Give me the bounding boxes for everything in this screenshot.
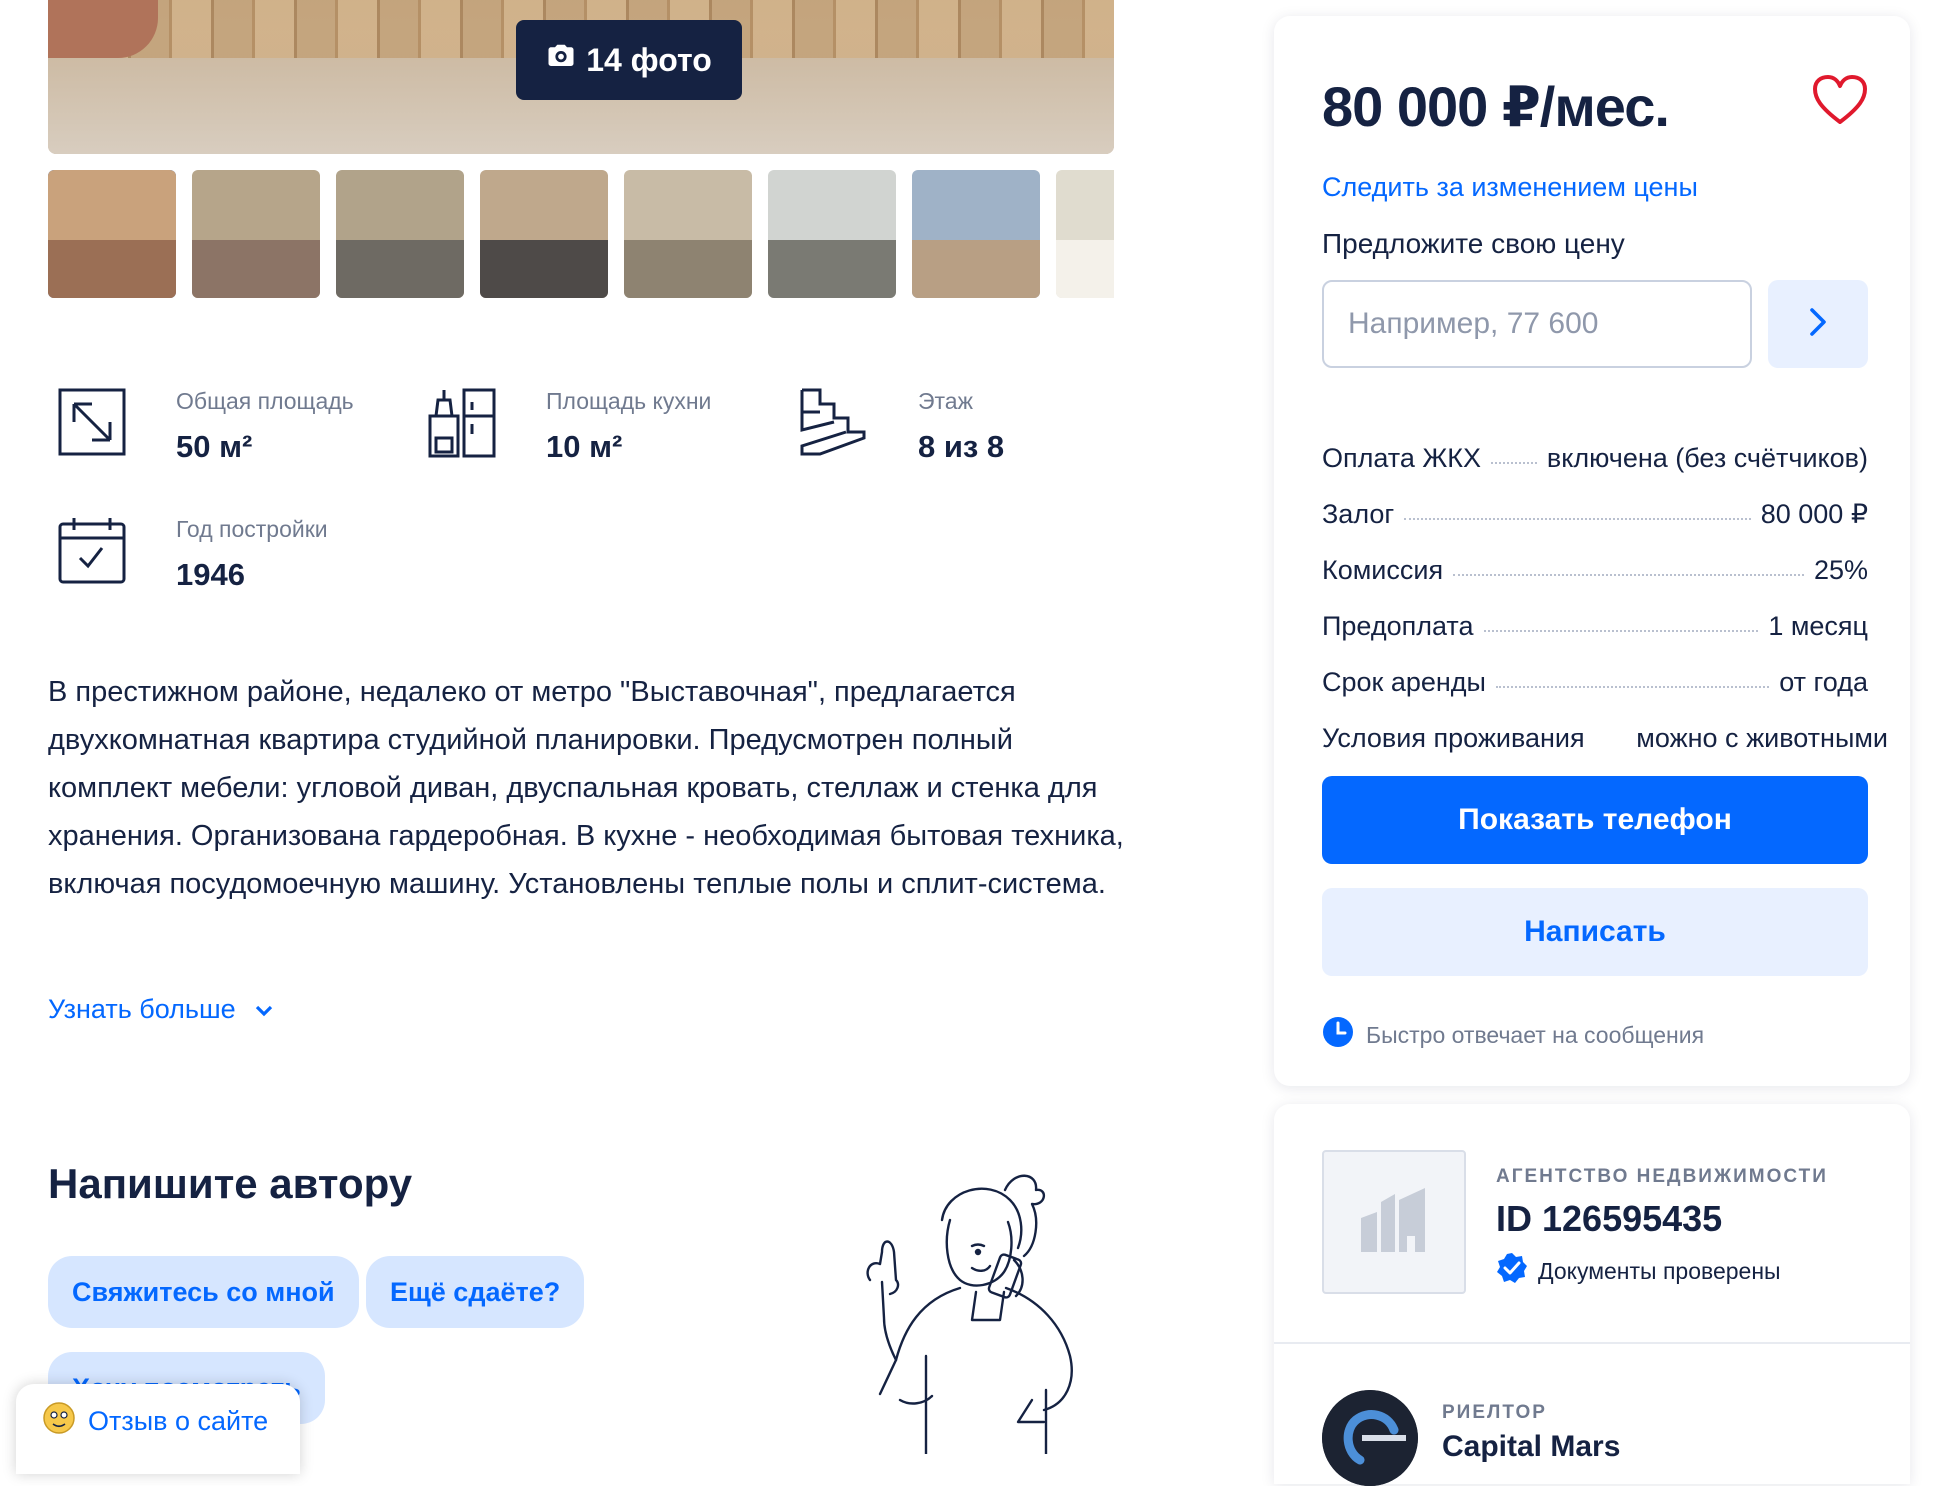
feature-value: 8 из 8 (918, 429, 1005, 464)
term-row-utilities: Оплата ЖКХ включена (без счётчиков) (1322, 434, 1868, 474)
term-row-living-conditions: Условия проживания можно с животными (1322, 714, 1888, 754)
calendar-icon (56, 514, 128, 586)
term-value: 25% (1813, 555, 1868, 585)
verified-badge: Документы проверены (1496, 1252, 1781, 1290)
price-card: 80 000 ₽/мес. Следить за изменением цены… (1274, 16, 1910, 1086)
area-icon (56, 386, 128, 458)
thumbnail-strip (48, 170, 1114, 300)
agency-logo[interactable] (1322, 1150, 1466, 1294)
write-message-button[interactable]: Написать (1322, 888, 1868, 976)
feature-kitchen-area: Площадь кухни 10 м² (426, 386, 711, 465)
thumbnail-image-lower (768, 240, 896, 298)
thumbnail-image-lower (624, 240, 752, 298)
watch-price-link[interactable]: Следить за изменением цены (1322, 172, 1698, 203)
term-label: Предоплата (1322, 611, 1474, 641)
photo-count-button[interactable]: 14 фото (516, 20, 742, 100)
chip-still-renting[interactable]: Ещё сдаёте? (366, 1256, 585, 1328)
agency-type: АГЕНТСТВО НЕДВИЖИМОСТИ (1496, 1166, 1828, 1187)
term-label: Залог (1322, 499, 1395, 529)
thumbnail-image-lower (480, 240, 608, 298)
stairs-icon (798, 386, 870, 458)
feature-total-area: Общая площадь 50 м² (56, 386, 354, 465)
feature-value: 1946 (176, 557, 245, 592)
feedback-button[interactable]: Отзыв о сайте (16, 1384, 300, 1474)
clock-icon (1322, 1016, 1354, 1054)
thumbnail[interactable] (336, 170, 464, 298)
thumbnail[interactable] (480, 170, 608, 298)
agent-card: АГЕНТСТВО НЕДВИЖИМОСТИ ID 126595435 Доку… (1274, 1104, 1910, 1486)
thumbnail[interactable] (768, 170, 896, 298)
feature-value: 10 м² (546, 429, 623, 464)
term-row-prepayment: Предоплата 1 месяц (1322, 602, 1868, 642)
thumbnail-image-lower (48, 240, 176, 298)
realtor-name[interactable]: Capital Mars (1442, 1430, 1620, 1464)
feature-label: Год постройки (176, 516, 328, 542)
chip-contact-me[interactable]: Свяжитесь со мной (48, 1256, 359, 1328)
term-value: можно с животными (1636, 723, 1888, 753)
term-row-lease-term: Срок аренды от года (1322, 658, 1868, 698)
photo-count-label: 14 фото (586, 41, 712, 78)
term-value: 1 месяц (1768, 611, 1868, 641)
offer-price-input[interactable] (1322, 280, 1752, 368)
listing-description: В престижном районе, недалеко от метро "… (48, 676, 1124, 900)
realtor-avatar[interactable] (1322, 1390, 1418, 1486)
rent-price: 80 000 ₽/мес. (1322, 75, 1670, 138)
feature-floor: Этаж 8 из 8 (798, 386, 1004, 465)
term-value: 80 000 ₽ (1760, 499, 1868, 529)
write-author-title: Напишите автору (48, 1160, 413, 1207)
term-label: Условия проживания (1322, 723, 1585, 753)
camera-icon (546, 41, 576, 79)
chevron-right-icon (1809, 307, 1827, 342)
more-link[interactable]: Узнать больше (48, 994, 274, 1025)
chevron-down-icon (254, 994, 274, 1025)
girl-illustration (800, 1160, 1130, 1456)
thumbnail[interactable] (1056, 170, 1114, 298)
term-label: Оплата ЖКХ (1322, 443, 1482, 473)
offer-price-label: Предложите свою цену (1322, 228, 1625, 259)
more-link-label: Узнать больше (48, 994, 236, 1024)
thumbnail[interactable] (48, 170, 176, 298)
thumbnail-image-lower (192, 240, 320, 298)
smiley-icon (42, 1401, 76, 1442)
feedback-label: Отзыв о сайте (88, 1405, 269, 1436)
term-row-deposit: Залог 80 000 ₽ (1322, 490, 1868, 530)
heart-icon[interactable] (1812, 74, 1868, 126)
kitchen-icon (426, 386, 498, 458)
thumbnail-image-lower (912, 240, 1040, 298)
feature-build-year: Год постройки 1946 (56, 514, 328, 593)
divider (1274, 1342, 1910, 1344)
fast-reply-label: Быстро отвечает на сообщения (1366, 1021, 1705, 1048)
verified-label: Документы проверены (1538, 1257, 1781, 1284)
show-phone-button[interactable]: Показать телефон (1322, 776, 1868, 864)
thumbnail-image-lower (336, 240, 464, 298)
feature-value: 50 м² (176, 429, 253, 464)
photo-sofa (48, 0, 158, 58)
thumbnail-image-lower (1056, 240, 1114, 298)
agency-id[interactable]: ID 126595435 (1496, 1198, 1722, 1240)
thumbnail[interactable] (624, 170, 752, 298)
verified-icon (1496, 1252, 1528, 1290)
term-row-commission: Комиссия 25% (1322, 546, 1868, 586)
term-dots (1453, 574, 1804, 576)
feature-label: Этаж (918, 388, 973, 414)
building-icon (1361, 1187, 1427, 1257)
feature-label: Общая площадь (176, 388, 354, 414)
offer-submit-button[interactable] (1768, 280, 1868, 368)
realtor-role: РИЕЛТОР (1442, 1402, 1547, 1423)
term-label: Срок аренды (1322, 667, 1486, 697)
fast-reply-note: Быстро отвечает на сообщения (1322, 1016, 1704, 1054)
thumbnail[interactable] (192, 170, 320, 298)
term-value: от года (1779, 667, 1868, 697)
feature-label: Площадь кухни (546, 388, 712, 414)
term-label: Комиссия (1322, 555, 1444, 585)
term-dots (1491, 462, 1537, 464)
thumbnail[interactable] (912, 170, 1040, 298)
term-dots (1404, 518, 1751, 520)
term-dots (1483, 630, 1759, 632)
term-value: включена (без счётчиков) (1546, 443, 1868, 473)
term-dots (1495, 686, 1770, 688)
main-photo[interactable]: 14 фото (48, 0, 1114, 154)
